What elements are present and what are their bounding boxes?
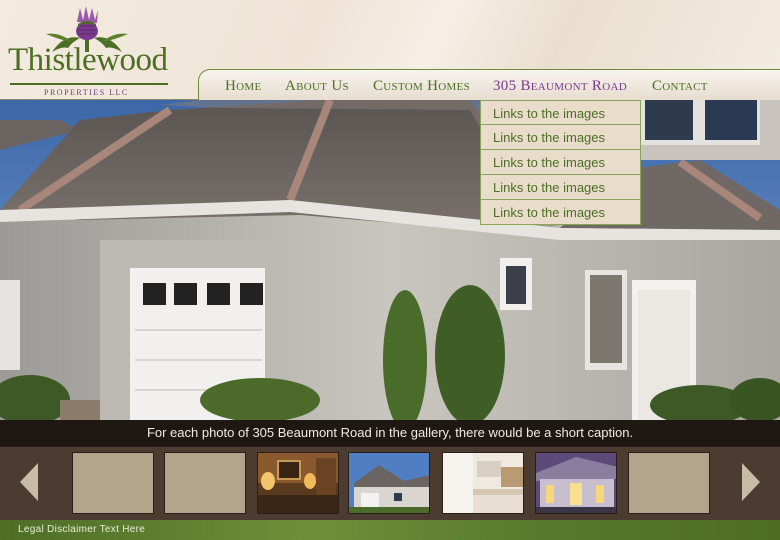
gallery-thumbnail[interactable] (164, 452, 246, 514)
gallery-thumbnail[interactable] (628, 452, 710, 514)
logo-divider (10, 83, 168, 85)
brand-name: Thistlewood (8, 42, 168, 78)
exterior-dusk-thumb-image (536, 453, 616, 513)
nav-about-us[interactable]: About Us (285, 78, 349, 95)
page: Thistlewood PROPERTIES LLC Home About Us… (0, 0, 780, 540)
nav-contact[interactable]: Contact (652, 78, 708, 95)
house-photo-image (0, 100, 780, 420)
nav-305-beaumont-road[interactable]: 305 Beaumont Road (493, 78, 627, 95)
house-exterior-thumb-image (349, 453, 429, 513)
dropdown-item[interactable]: Links to the images (480, 150, 641, 175)
kitchen-thumb-image (443, 453, 523, 513)
chevron-left-icon[interactable] (18, 461, 42, 503)
footer-disclaimer: Legal Disclaimer Text Here (0, 520, 780, 540)
living-room-thumb-image (258, 453, 338, 513)
gallery-thumbnail[interactable] (72, 452, 154, 514)
brand-tagline: PROPERTIES LLC (44, 88, 129, 97)
dropdown-item[interactable]: Links to the images (480, 200, 641, 225)
dropdown-item[interactable]: Links to the images (480, 100, 641, 125)
header: Thistlewood PROPERTIES LLC Home About Us… (0, 0, 780, 101)
beaumont-dropdown-menu: Links to the images Links to the images … (480, 100, 641, 225)
gallery-thumbnail[interactable] (535, 452, 617, 514)
hero-photo (0, 100, 780, 420)
gallery-thumbnail[interactable] (348, 452, 430, 514)
photo-caption: For each photo of 305 Beaumont Road in t… (0, 420, 780, 446)
dropdown-item[interactable]: Links to the images (480, 175, 641, 200)
gallery-thumbnail[interactable] (257, 452, 339, 514)
nav-custom-homes[interactable]: Custom Homes (373, 78, 470, 95)
gallery-strip (0, 446, 780, 520)
dropdown-item[interactable]: Links to the images (480, 125, 641, 150)
gallery-thumbnail[interactable] (442, 452, 524, 514)
nav-home[interactable]: Home (225, 78, 261, 95)
main-nav: Home About Us Custom Homes 305 Beaumont … (198, 69, 780, 101)
chevron-right-icon[interactable] (738, 461, 762, 503)
logo[interactable]: Thistlewood PROPERTIES LLC (8, 4, 168, 98)
